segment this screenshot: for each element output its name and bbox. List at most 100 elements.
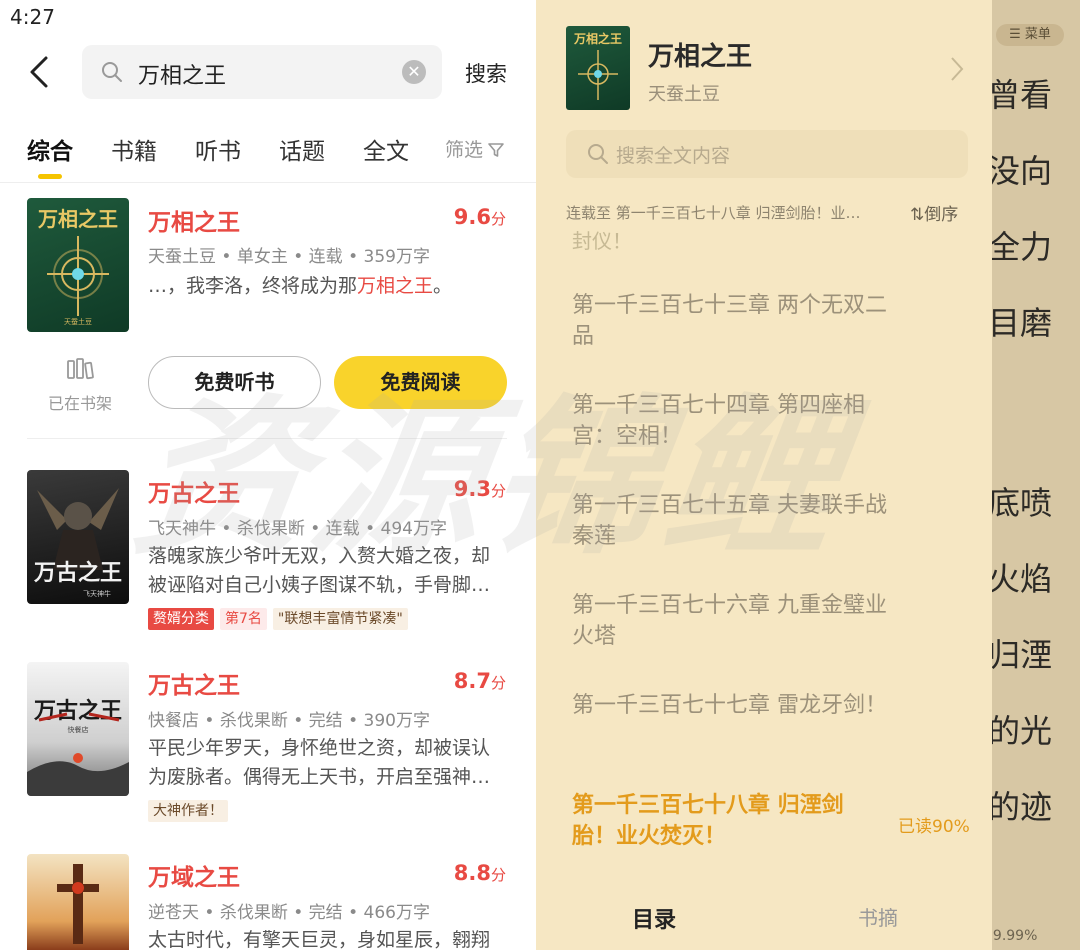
reader-text-line: 曾看: [992, 76, 1053, 114]
category-tag[interactable]: 赘婿分类: [148, 608, 214, 630]
book-tags: 赘婿分类 第7名 "联想丰富情节紧凑": [148, 608, 414, 632]
book-desc: 太古时代，有擎天巨灵，身如星辰，翱翔: [148, 929, 491, 950]
score-unit: 分: [490, 482, 506, 500]
svg-text:快餐店: 快餐店: [68, 725, 89, 734]
tab-fulltext[interactable]: 全文: [363, 132, 409, 166]
book-desc: …，我李洛，终将成为那万相之王。: [148, 272, 508, 301]
score-unit: 分: [490, 866, 506, 884]
search-icon: [588, 144, 608, 164]
sort-icon: ⇅: [910, 205, 925, 225]
result-tabs: 综合 书籍 听书 话题 全文 筛选: [0, 132, 536, 184]
tab-all[interactable]: 综合: [27, 132, 73, 166]
book-meta: 逆苍天 • 杀伐果断 • 完结 • 466万字: [148, 903, 430, 923]
tab-books[interactable]: 书籍: [111, 132, 157, 166]
chapter-item[interactable]: 第一千三百七十七章 雷龙牙剑！: [572, 690, 892, 721]
score-unit: 分: [490, 210, 506, 228]
book-cover[interactable]: 万古之王 飞天神牛: [27, 470, 129, 604]
book-meta: 飞天神牛 • 杀伐果断 • 连载 • 494万字: [148, 519, 447, 539]
current-chapter-item[interactable]: 第一千三百七十八章 归湮剑胎！业火焚灭！: [572, 790, 882, 852]
menu-button[interactable]: ☰ 菜单: [996, 24, 1064, 46]
shelf-status[interactable]: 已在书架: [40, 356, 120, 414]
book-desc: 平民少年罗天，身怀绝世之资，却被误认为废脉者。偶得无上天书，开启至强神…: [148, 737, 491, 788]
reader-text-line: 底喷: [992, 484, 1053, 522]
chevron-left-icon: [30, 56, 48, 88]
review-tag: "联想丰富情节紧凑": [272, 608, 408, 630]
cover-art: 万相之王: [573, 31, 622, 100]
chevron-right-icon[interactable]: [948, 54, 966, 84]
sort-toggle[interactable]: ⇅倒序: [910, 200, 958, 225]
tab-topics[interactable]: 话题: [279, 132, 325, 166]
book-score: 9.3分: [454, 477, 506, 501]
svg-text:飞天神牛: 飞天神牛: [83, 589, 111, 598]
sort-label: 倒序: [924, 205, 959, 225]
score-value: 8.8: [453, 861, 491, 885]
book-cover[interactable]: 万相之王 天蚕土豆: [27, 198, 129, 332]
svg-text:万古之王: 万古之王: [33, 698, 122, 724]
drawer-book-cover[interactable]: 万相之王: [566, 26, 630, 110]
book-title[interactable]: 万古之王: [148, 666, 240, 700]
book-cover[interactable]: 万古之王 快餐店: [27, 662, 129, 796]
active-tab-indicator: [38, 174, 62, 179]
filter-label: 筛选: [445, 139, 484, 161]
drawer-book-title[interactable]: 万相之王: [648, 36, 752, 73]
title-highlight: 万: [148, 865, 171, 891]
reader-progress: 99.99%: [992, 928, 1038, 944]
reader-text-line: 没向: [992, 152, 1053, 190]
book-cover[interactable]: [27, 854, 129, 950]
desc-text: …，我李洛，终将成为那: [148, 275, 358, 297]
reader-text-line: 目磨: [992, 304, 1053, 342]
title-rest: 之王: [194, 673, 240, 699]
book-score: 8.8分: [454, 861, 506, 885]
search-button[interactable]: 搜索: [465, 58, 507, 88]
book-tags: 大神作者！: [148, 800, 234, 824]
drawer-book-author: 天蚕土豆: [648, 84, 720, 105]
cover-art: 万相之王 天蚕土豆: [37, 207, 118, 326]
desc-suffix: 。: [433, 275, 453, 297]
title-rest: 之王: [194, 865, 240, 891]
title-middle: 古: [171, 673, 194, 699]
reader-page[interactable]: ☰ 菜单 曾看 没向 全力 目磨 底喷 火焰 归湮 的光 的迹 99.99%: [992, 0, 1080, 950]
desc-highlight: 万相之王: [357, 275, 434, 297]
funnel-icon: [488, 143, 504, 157]
free-listen-button[interactable]: 免费听书: [148, 356, 321, 409]
book-title[interactable]: 万古之王: [148, 474, 240, 508]
back-button[interactable]: [22, 52, 58, 92]
tab-toc[interactable]: 目录: [632, 902, 676, 934]
score-unit: 分: [490, 674, 506, 692]
chapter-drawer: 万相之王 万相之王 天蚕土豆 搜索全文内容 连载至 第一千三百七十八章 归湮剑胎…: [536, 0, 992, 950]
fulltext-search-input[interactable]: 搜索全文内容: [566, 130, 968, 178]
reader-text-line: 归湮: [992, 636, 1053, 674]
title-middle: 域: [171, 865, 194, 891]
divider: [27, 438, 507, 439]
tab-audio[interactable]: 听书: [195, 132, 241, 166]
shelf-label: 已在书架: [47, 394, 112, 413]
cover-art: 万古之王 快餐店: [27, 698, 129, 796]
reader-text-line: 的迹: [992, 788, 1053, 826]
search-input[interactable]: 万相之王 ✕: [82, 45, 442, 99]
free-read-button[interactable]: 免费阅读: [334, 356, 507, 409]
svg-text:万相之王: 万相之王: [37, 207, 118, 231]
search-placeholder: 搜索全文内容: [616, 145, 731, 167]
tab-excerpts[interactable]: 书摘: [858, 902, 898, 931]
status-time: 4:27: [10, 5, 55, 29]
chapter-item[interactable]: 第一千三百七十六章 九重金璧业火塔: [572, 590, 892, 652]
svg-text:万古之王: 万古之王: [33, 560, 122, 586]
author-tag: 大神作者！: [148, 800, 228, 822]
cover-art: [57, 864, 99, 944]
clear-icon[interactable]: ✕: [402, 60, 426, 84]
svg-text:天蚕土豆: 天蚕土豆: [64, 317, 92, 326]
svg-text:万相之王: 万相之王: [573, 31, 622, 46]
title-highlight: 万: [148, 673, 171, 699]
book-meta: 天蚕土豆 • 单女主 • 连载 • 359万字: [148, 247, 430, 267]
filter-button[interactable]: 筛选: [445, 135, 505, 162]
book-title[interactable]: 万相之王: [148, 203, 240, 237]
bookshelf-icon: [67, 358, 94, 380]
chapter-item[interactable]: 第一千三百七十五章 夫妻联手战秦莲: [572, 490, 892, 552]
serial-status: 连载至 第一千三百七十八章 归湮剑胎！业…: [566, 204, 861, 222]
chapter-item[interactable]: 第一千三百七十三章 两个无双二品: [572, 290, 892, 352]
chapter-item[interactable]: 第一千三百七十四章 第四座相宫：空相！: [572, 390, 892, 452]
search-query: 万相之王: [138, 64, 227, 89]
book-score: 9.6分: [454, 205, 506, 229]
book-title[interactable]: 万域之王: [148, 858, 240, 892]
read-progress: 已读90%: [898, 817, 970, 837]
